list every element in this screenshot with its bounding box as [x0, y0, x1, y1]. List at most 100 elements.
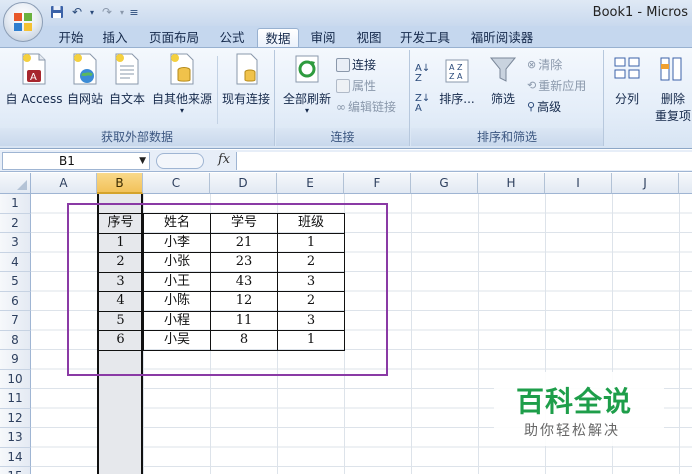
formula-bar-expander[interactable]	[156, 153, 204, 169]
row-header-14[interactable]: 14	[0, 447, 31, 467]
sort-ascending-button[interactable]: A↓ Z	[415, 64, 430, 84]
column-header-d[interactable]: D	[210, 173, 277, 194]
existing-connections-label: 现有连接	[221, 92, 270, 106]
group-connections: 全部刷新 ▾ 连接 属性 ∞ 编辑链接 连接	[276, 50, 410, 146]
group-label-connections: 连接	[276, 128, 409, 146]
from-access-button[interactable]: A 自 Access	[4, 52, 64, 107]
text-to-columns-button[interactable]: 分列	[609, 52, 645, 107]
column-header-h[interactable]: H	[478, 173, 545, 194]
refresh-all-label: 全部刷新	[282, 92, 331, 106]
row-header-9[interactable]: 9	[0, 350, 31, 370]
advanced-button[interactable]: ⚲ 高级	[527, 98, 561, 115]
from-text-button[interactable]: 自文本	[106, 52, 148, 107]
office-logo-icon	[14, 13, 32, 31]
column-header-c[interactable]: C	[143, 173, 210, 194]
title-bar: ↶ ▾ ↷ ▾ ≡ Book1 - Micros	[0, 0, 692, 26]
tab-view[interactable]: 视图	[348, 28, 390, 48]
svg-text:A Z: A Z	[449, 63, 463, 72]
existing-connections-button[interactable]: 现有连接	[218, 52, 274, 107]
connections-button[interactable]: 连接	[336, 56, 376, 73]
tab-foxit-reader[interactable]: 福昕阅读器	[462, 28, 542, 48]
reapply-icon: ⟲	[527, 79, 537, 92]
from-other-sources-label: 自其他来源	[151, 92, 212, 106]
window-title: Book1 - Micros	[592, 5, 688, 20]
row-header-15[interactable]: 15	[0, 467, 31, 474]
column-header-f[interactable]: F	[344, 173, 411, 194]
tab-data[interactable]: 数据	[257, 28, 299, 48]
group-label-sort-filter: 排序和筛选	[411, 128, 603, 146]
ribbon-tabs: 开始 插入 页面布局 公式 数据 审阅 视图 开发工具 福昕阅读器	[0, 26, 692, 48]
database-icon	[167, 52, 197, 86]
row-header-6[interactable]: 6	[0, 291, 31, 311]
row-header-2[interactable]: 2	[0, 213, 31, 233]
row-header-7[interactable]: 7	[0, 311, 31, 331]
row-header-5[interactable]: 5	[0, 272, 31, 292]
tab-developer[interactable]: 开发工具	[394, 28, 456, 48]
column-header-j[interactable]: J	[612, 173, 679, 194]
access-db-icon: A	[19, 52, 49, 86]
refresh-all-button[interactable]: 全部刷新 ▾	[280, 52, 334, 115]
column-header-b[interactable]: B	[97, 173, 143, 194]
remove-duplicates-button[interactable]: 删除 重复项	[649, 52, 692, 124]
row-header-4[interactable]: 4	[0, 252, 31, 272]
column-header-i[interactable]: I	[545, 173, 612, 194]
sort-descending-button[interactable]: Z↓ A	[415, 94, 430, 114]
undo-icon[interactable]: ↶	[68, 3, 86, 21]
tab-insert[interactable]: 插入	[94, 28, 136, 48]
refresh-icon	[292, 52, 322, 86]
svg-text:Z A: Z A	[449, 72, 463, 81]
sort-dialog-icon: A ZZ A	[442, 52, 472, 86]
row-header-8[interactable]: 8	[0, 330, 31, 350]
column-header-k[interactable]	[679, 173, 692, 194]
text-file-icon	[112, 52, 142, 86]
name-box-dropdown-icon[interactable]: ▼	[139, 153, 146, 169]
row-header-11[interactable]: 11	[0, 389, 31, 409]
dropdown-arrow-icon: ▾	[304, 106, 309, 115]
undo-dropdown-icon[interactable]: ▾	[88, 3, 96, 21]
tab-formulas[interactable]: 公式	[210, 28, 254, 48]
clear-button[interactable]: ⊗ 清除	[527, 56, 562, 73]
properties-label: 属性	[352, 79, 377, 93]
ribbon: A 自 Access 自网站 自文本 自其他来源 ▾ 现有连接 获取外部数据 全…	[0, 47, 692, 149]
row-header-1[interactable]: 1	[0, 194, 31, 214]
sort-button[interactable]: A ZZ A 排序...	[439, 52, 475, 107]
clear-filter-icon: ⊗	[527, 58, 537, 71]
edit-links-button[interactable]: ∞ 编辑链接	[336, 98, 396, 115]
column-header-g[interactable]: G	[411, 173, 478, 194]
formula-input[interactable]	[236, 152, 692, 170]
redo-dropdown-icon[interactable]: ▾	[118, 3, 126, 21]
filter-funnel-icon	[488, 52, 518, 86]
properties-button[interactable]: 属性	[336, 77, 376, 94]
tab-review[interactable]: 审阅	[302, 28, 344, 48]
text-to-columns-icon	[612, 52, 642, 86]
tab-home[interactable]: 开始	[50, 28, 92, 48]
customize-qat-icon[interactable]: ≡	[128, 3, 140, 21]
gridline	[411, 194, 412, 474]
group-data-tools: 分列 删除 重复项	[605, 50, 692, 146]
filter-button[interactable]: 筛选	[485, 52, 521, 107]
name-box[interactable]: B1 ▼	[2, 152, 150, 170]
insert-function-icon[interactable]: fx	[218, 152, 230, 167]
column-header-a[interactable]: A	[31, 173, 97, 194]
row-header-10[interactable]: 10	[0, 369, 31, 389]
sort-za-icon: Z↓ A	[415, 93, 431, 114]
from-other-sources-button[interactable]: 自其他来源 ▾	[148, 52, 216, 115]
row-header-12[interactable]: 12	[0, 408, 31, 428]
advanced-filter-icon: ⚲	[527, 100, 536, 113]
save-icon[interactable]	[48, 3, 66, 21]
redo-icon[interactable]: ↷	[98, 3, 116, 21]
connections-icon	[231, 52, 261, 86]
watermark-subtitle: 助你轻松解决	[524, 423, 620, 439]
connections-label: 连接	[352, 58, 377, 72]
office-button[interactable]	[3, 2, 43, 42]
group-label-get-external-data: 获取外部数据	[0, 128, 274, 146]
filter-label: 筛选	[490, 92, 515, 106]
reapply-button[interactable]: ⟲ 重新应用	[527, 77, 586, 94]
row-header-3[interactable]: 3	[0, 233, 31, 253]
tab-page-layout[interactable]: 页面布局	[140, 28, 208, 48]
select-all-button[interactable]	[0, 173, 31, 194]
gridline	[478, 194, 479, 474]
row-header-13[interactable]: 13	[0, 428, 31, 448]
from-web-button[interactable]: 自网站	[64, 52, 106, 107]
column-header-e[interactable]: E	[277, 173, 344, 194]
